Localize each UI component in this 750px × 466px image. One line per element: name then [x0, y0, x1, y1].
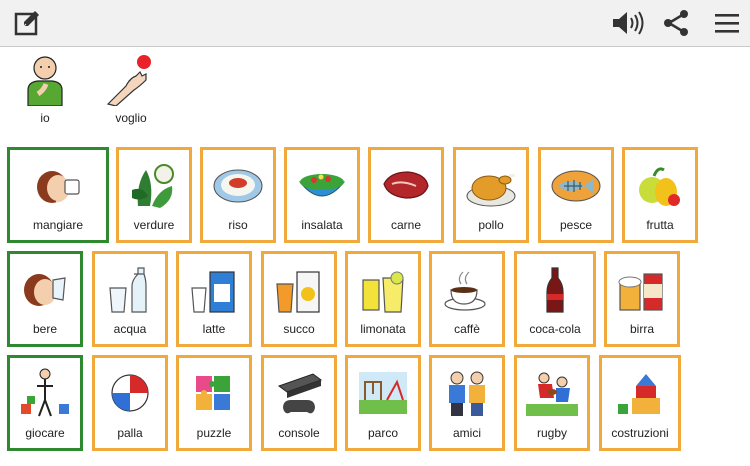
tile-label: puzzle: [196, 426, 232, 440]
tile-limonata[interactable]: limonata: [345, 251, 421, 347]
sentence-item-io[interactable]: io: [10, 50, 80, 130]
tile-label: rugby: [536, 426, 568, 440]
tile-label: giocare: [25, 426, 65, 440]
puzzle-icon: [196, 376, 230, 410]
speaker-icon[interactable]: [611, 8, 647, 38]
tile-frutta[interactable]: frutta: [622, 147, 698, 243]
person-pointing-self-icon: [27, 56, 63, 106]
tile-label: caffè: [454, 322, 480, 336]
ball-icon: [111, 374, 149, 412]
tile-verdure[interactable]: verdure: [116, 147, 192, 243]
tile-label: pesce: [559, 218, 593, 232]
rice-icon: [213, 169, 263, 203]
fruit-icon: [639, 167, 680, 206]
game-console-icon: [277, 373, 323, 414]
menu-icon[interactable]: [712, 8, 742, 38]
sentence-item-label: io: [40, 111, 50, 125]
tile-mangiare[interactable]: mangiare: [7, 147, 109, 243]
tile-label: parco: [367, 426, 399, 440]
tile-pollo[interactable]: pollo: [453, 147, 529, 243]
tile-succo[interactable]: succo: [261, 251, 337, 347]
tile-acqua[interactable]: acqua: [92, 251, 168, 347]
toolbar: [0, 0, 750, 47]
tile-label: bere: [32, 322, 58, 336]
tile-label: acqua: [113, 322, 147, 336]
tile-label: costruzioni: [611, 426, 669, 440]
tile-label: mangiare: [32, 218, 84, 232]
tile-label: riso: [228, 218, 248, 232]
tile-giocare[interactable]: giocare: [7, 355, 83, 451]
juice-icon: [276, 271, 320, 313]
playing-icon: [21, 368, 69, 417]
coffee-icon: [444, 271, 486, 311]
park-icon: [359, 372, 407, 414]
chicken-icon: [466, 174, 516, 207]
vegetables-icon: [132, 164, 174, 208]
tile-label: latte: [202, 322, 226, 336]
sentence-strip: io voglio: [0, 50, 750, 130]
tile-costruzioni[interactable]: costruzioni: [599, 355, 681, 451]
tile-amici[interactable]: amici: [429, 355, 505, 451]
milk-icon: [191, 271, 235, 313]
tile-console[interactable]: console: [261, 355, 337, 451]
tile-rugby[interactable]: rugby: [514, 355, 590, 451]
tile-riso[interactable]: riso: [200, 147, 276, 243]
eating-icon: [37, 171, 80, 203]
tile-label: console: [278, 426, 320, 440]
tile-label: frutta: [646, 218, 674, 232]
water-icon: [109, 267, 147, 313]
sentence-item-label: voglio: [115, 111, 147, 125]
edit-icon[interactable]: [12, 8, 42, 38]
cola-icon: [546, 267, 564, 313]
share-icon[interactable]: [661, 8, 691, 38]
tile-label: succo: [283, 322, 315, 336]
tile-label: verdure: [133, 218, 175, 232]
tile-bere[interactable]: bere: [7, 251, 83, 347]
tile-label: birra: [629, 322, 654, 336]
salad-icon: [298, 174, 346, 197]
building-blocks-icon: [618, 374, 660, 414]
tile-palla[interactable]: palla: [92, 355, 168, 451]
hand-reaching-icon: [106, 55, 151, 106]
tile-label: carne: [390, 218, 422, 232]
tile-label: pollo: [478, 218, 504, 232]
fish-icon: [551, 170, 601, 202]
rugby-icon: [526, 372, 578, 416]
tile-birra[interactable]: birra: [604, 251, 680, 347]
tile-carne[interactable]: carne: [368, 147, 444, 243]
tile-insalata[interactable]: insalata: [284, 147, 360, 243]
tile-label: insalata: [301, 218, 343, 232]
tile-label: limonata: [360, 322, 406, 336]
tile-parco[interactable]: parco: [345, 355, 421, 451]
tile-label: palla: [117, 426, 143, 440]
friends-icon: [449, 371, 485, 416]
tile-caffe[interactable]: caffè: [429, 251, 505, 347]
tile-label: coca-cola: [529, 322, 581, 336]
beer-icon: [618, 273, 663, 311]
tile-coca-cola[interactable]: coca-cola: [514, 251, 596, 347]
drinking-icon: [24, 274, 66, 306]
tile-latte[interactable]: latte: [176, 251, 252, 347]
tile-puzzle[interactable]: puzzle: [176, 355, 252, 451]
meat-icon: [383, 171, 429, 199]
lemonade-icon: [362, 271, 404, 313]
tile-label: amici: [452, 426, 481, 440]
sentence-item-voglio[interactable]: voglio: [96, 50, 166, 130]
tile-pesce[interactable]: pesce: [538, 147, 614, 243]
